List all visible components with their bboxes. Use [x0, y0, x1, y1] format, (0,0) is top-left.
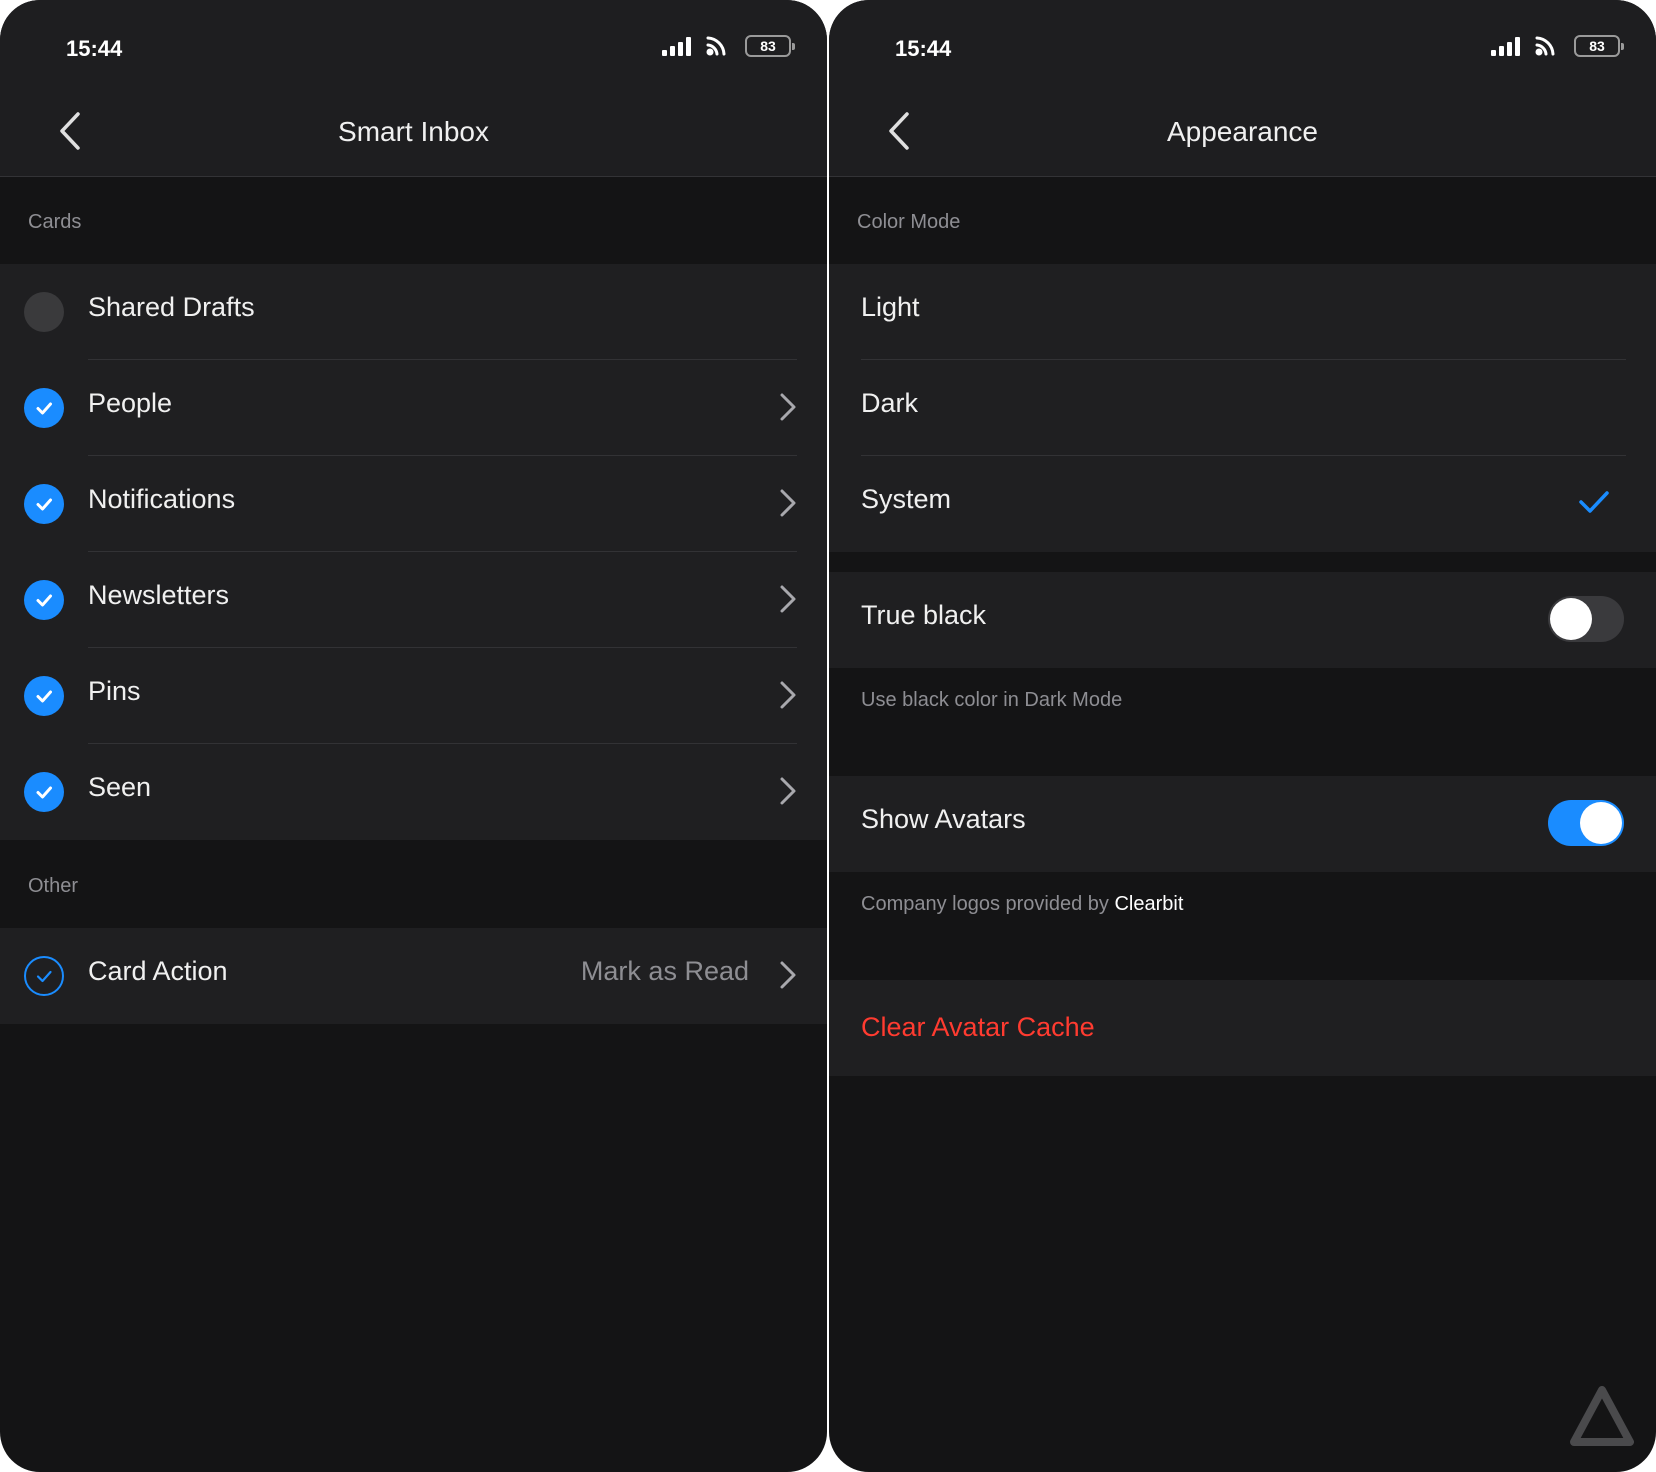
wifi-icon: [1535, 36, 1555, 56]
status-time: 15:44: [66, 36, 123, 61]
card-action-label: Card Action: [88, 956, 228, 986]
chevron-right-icon: [780, 585, 796, 613]
cellular-signal-icon: [662, 36, 691, 56]
color-mode-label: Dark: [861, 388, 919, 418]
navigation-bar: 15:44 83 Smart Inbox: [0, 0, 827, 177]
card-item-label: People: [88, 388, 173, 418]
cellular-signal-icon: [1491, 36, 1520, 56]
color-mode-dark[interactable]: Dark: [829, 360, 1656, 456]
show-avatars-row: Show Avatars: [829, 776, 1656, 872]
cards-list: Shared Drafts People Notifications Newsl…: [0, 264, 827, 840]
chevron-right-icon: [780, 393, 796, 421]
card-item-shared-drafts[interactable]: Shared Drafts: [0, 264, 827, 360]
section-header-cards: Cards: [28, 211, 82, 233]
show-avatars-group: Show Avatars: [829, 776, 1656, 872]
chevron-right-icon: [780, 961, 796, 989]
footnote-text: Company logos provided by: [861, 893, 1115, 915]
clear-cache-group: Clear Avatar Cache: [829, 980, 1656, 1076]
true-black-toggle[interactable]: [1548, 596, 1624, 642]
true-black-label: True black: [861, 600, 987, 630]
card-item-label: Seen: [88, 772, 152, 802]
card-item-label: Shared Drafts: [88, 292, 255, 322]
battery-icon: 83: [745, 35, 795, 57]
card-item-people[interactable]: People: [0, 360, 827, 456]
color-mode-light[interactable]: Light: [829, 264, 1656, 360]
show-avatars-toggle[interactable]: [1548, 800, 1624, 846]
color-mode-label: System: [861, 484, 952, 514]
show-avatars-label: Show Avatars: [861, 804, 1026, 834]
true-black-row: True black: [829, 572, 1656, 668]
checkmark-circle-icon[interactable]: [24, 676, 64, 716]
toggle-knob: [1580, 802, 1622, 844]
color-mode-list: Light Dark System: [829, 264, 1656, 552]
checkmark-circle-icon[interactable]: [24, 580, 64, 620]
color-mode-label: Light: [861, 292, 920, 322]
section-header-other: Other: [28, 875, 79, 897]
clear-avatar-cache-label: Clear Avatar Cache: [861, 1012, 1095, 1042]
card-item-label: Pins: [88, 676, 141, 706]
show-avatars-footnote: Company logos provided by Clearbit: [861, 893, 1183, 916]
chevron-right-icon: [780, 777, 796, 805]
checkmark-circle-icon[interactable]: [24, 388, 64, 428]
toggle-knob: [1550, 598, 1592, 640]
checkmark-circle-icon[interactable]: [24, 484, 64, 524]
card-item-newsletters[interactable]: Newsletters: [0, 552, 827, 648]
true-black-group: True black: [829, 572, 1656, 668]
other-list: Card Action Mark as Read: [0, 928, 827, 1024]
section-header-color-mode: Color Mode: [857, 211, 961, 233]
color-mode-system[interactable]: System: [829, 456, 1656, 552]
chevron-right-icon: [780, 489, 796, 517]
status-time: 15:44: [895, 36, 952, 61]
chevron-right-icon: [780, 681, 796, 709]
battery-icon: 83: [1574, 35, 1624, 57]
appearance-screen: 15:44 83 Appearance Color Mode Light Dar…: [829, 0, 1656, 1472]
unchecked-circle-icon[interactable]: [24, 292, 64, 332]
card-item-label: Notifications: [88, 484, 236, 514]
clear-avatar-cache-button[interactable]: Clear Avatar Cache: [829, 980, 1656, 1076]
checkmark-icon: [1579, 491, 1609, 513]
card-action-value: Mark as Read: [580, 956, 749, 986]
navigation-bar: 15:44 83 Appearance: [829, 0, 1656, 177]
card-item-label: Newsletters: [88, 580, 230, 610]
checkmark-circle-icon[interactable]: [24, 772, 64, 812]
wifi-icon: [706, 36, 726, 56]
clearbit-link[interactable]: Clearbit: [1114, 893, 1183, 915]
status-icons: 83: [662, 34, 795, 58]
smart-inbox-screen: 15:44 83 Smart Inbox Cards Shared Drafts: [0, 0, 827, 1472]
card-item-pins[interactable]: Pins: [0, 648, 827, 744]
triangle-logo-icon: [1570, 1386, 1634, 1446]
card-action-row[interactable]: Card Action Mark as Read: [0, 928, 827, 1024]
checkmark-circle-outline-icon: [24, 956, 64, 996]
page-title: Smart Inbox: [338, 116, 489, 147]
page-title: Appearance: [1166, 116, 1318, 147]
card-item-notifications[interactable]: Notifications: [0, 456, 827, 552]
status-icons: 83: [1491, 34, 1624, 58]
true-black-footnote: Use black color in Dark Mode: [861, 689, 1123, 711]
card-item-seen[interactable]: Seen: [0, 744, 827, 840]
